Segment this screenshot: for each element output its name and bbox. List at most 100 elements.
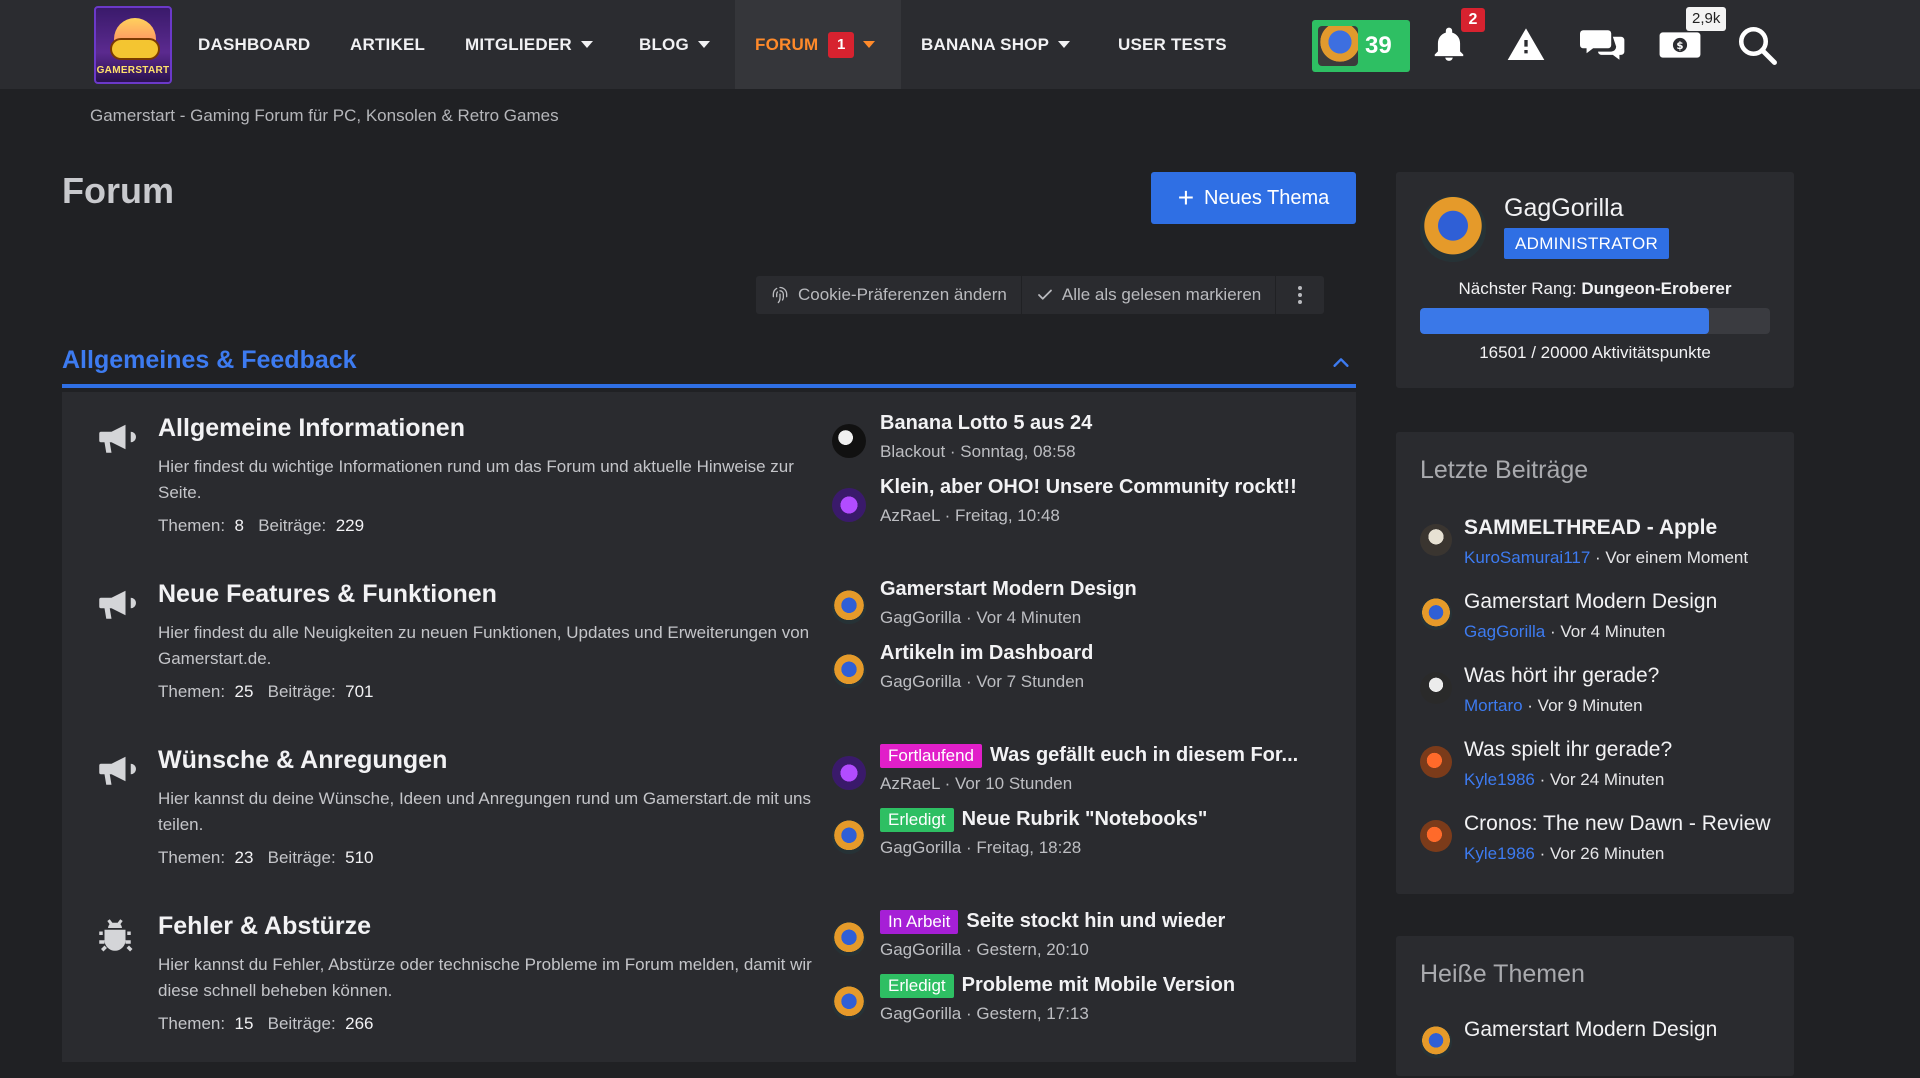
nav-forum[interactable]: FORUM 1 [735, 0, 902, 89]
nav-user-tests[interactable]: USER TESTS [1118, 0, 1227, 89]
breadcrumb[interactable]: Gamerstart - Gaming Forum für PC, Konsol… [90, 106, 559, 126]
forum-list: Allgemeine Informationen Hier findest du … [62, 392, 1356, 1062]
forum-title[interactable]: Neue Features & Funktionen [158, 580, 497, 609]
avatar[interactable] [832, 986, 866, 1020]
avatar[interactable] [832, 654, 866, 688]
user-avatar-count[interactable]: 39 [1312, 20, 1410, 72]
forum-stats: Themen: 25 Beiträge: 701 [158, 682, 374, 702]
latest-thread-title[interactable]: Was gefällt euch in diesem For... [990, 744, 1298, 766]
forum-description: Hier findest du wichtige Informationen r… [158, 457, 794, 502]
latest-thread-meta: GagGorilla · Vor 7 Stunden [880, 672, 1085, 691]
latest-thread-meta: AzRaeL · Vor 10 Stunden [880, 774, 1073, 793]
avatar[interactable] [832, 756, 866, 790]
nav-label: FORUM [755, 34, 819, 54]
nav-artikel[interactable]: ARTIKEL [350, 0, 425, 89]
nav-label: BLOG [639, 34, 689, 54]
post-title[interactable]: SAMMELTHREAD - Apple [1464, 516, 1717, 540]
post-meta: Kyle1986 · Vor 24 Minuten [1464, 770, 1664, 790]
posts-count: 510 [345, 848, 374, 867]
post-user-link[interactable]: Kyle1986 [1464, 770, 1535, 789]
post-title[interactable]: Was hört ihr gerade? [1464, 664, 1659, 688]
chat-icon[interactable] [1580, 22, 1626, 68]
post-title[interactable]: Gamerstart Modern Design [1464, 590, 1717, 614]
avatar[interactable] [832, 424, 866, 458]
latest-posts-widget: Letzte Beiträge SAMMELTHREAD - Apple Kur… [1396, 432, 1794, 894]
category-header: Allgemeines & Feedback [62, 342, 1356, 388]
forum-title[interactable]: Allgemeine Informationen [158, 414, 465, 443]
latest-thread-title[interactable]: Neue Rubrik "Notebooks" [962, 808, 1208, 830]
nav-mitglieder[interactable]: MITGLIEDER [465, 0, 593, 89]
new-topic-label: Neues Thema [1204, 186, 1330, 209]
widget-title: Heiße Themen [1420, 960, 1585, 988]
avatar[interactable] [832, 820, 866, 854]
profile-widget: GagGorilla ADMINISTRATOR Nächster Rang: … [1396, 172, 1794, 388]
post-user-link[interactable]: KuroSamurai117 [1464, 548, 1590, 567]
thread-prefix-badge[interactable]: Fortlaufend [880, 744, 982, 768]
latest-thread: Gamerstart Modern Design GagGorilla · Vo… [832, 578, 1352, 634]
latest-thread-title[interactable]: Banana Lotto 5 aus 24 [880, 412, 1092, 434]
post-user-link[interactable]: Mortaro [1464, 696, 1523, 715]
latest-thread-title[interactable]: Artikeln im Dashboard [880, 642, 1093, 664]
latest-thread-title-line: Fortlaufend Was gefällt euch in diesem Fo… [880, 744, 1298, 768]
topics-count: 8 [234, 516, 245, 535]
avatar[interactable] [1420, 196, 1486, 262]
latest-thread-title-line: Banana Lotto 5 aus 24 [880, 412, 1092, 435]
mark-all-read-button[interactable]: Alle als gelesen markieren [1022, 276, 1275, 314]
avatar[interactable] [1420, 1026, 1452, 1058]
search-icon[interactable] [1734, 22, 1780, 68]
latest-thread-title[interactable]: Klein, aber OHO! Unsere Community rockt!… [880, 476, 1297, 498]
user-count: 39 [1365, 32, 1392, 59]
bug-icon [94, 914, 136, 956]
check-icon [1037, 289, 1052, 300]
notification-badge: 2 [1461, 8, 1485, 32]
svg-text:$: $ [1676, 41, 1683, 52]
more-options-button[interactable] [1276, 276, 1324, 314]
forum-title[interactable]: Wünsche & Anregungen [158, 746, 447, 775]
latest-thread: Fortlaufend Was gefällt euch in diesem Fo… [832, 744, 1352, 800]
mark-read-label: Alle als gelesen markieren [1061, 285, 1262, 304]
avatar[interactable] [832, 488, 866, 522]
latest-thread-title[interactable]: Probleme mit Mobile Version [962, 974, 1235, 996]
nav-label: ARTIKEL [350, 34, 426, 54]
post-title[interactable]: Was spielt ihr gerade? [1464, 738, 1672, 762]
avatar[interactable] [1420, 524, 1452, 556]
forum-row: Fehler & Abstürze Hier kannst du Fehler, … [62, 890, 1356, 1056]
nav-blog[interactable]: BLOG [639, 0, 710, 89]
latest-thread-meta: GagGorilla · Freitag, 18:28 [880, 838, 1082, 857]
forum-row: Wünsche & Anregungen Hier kannst du deine… [62, 724, 1356, 890]
hot-topic-title[interactable]: Gamerstart Modern Design [1464, 1018, 1717, 1042]
latest-post-item: Gamerstart Modern Design GagGorilla · Vo… [1420, 590, 1780, 650]
category-title[interactable]: Allgemeines & Feedback [62, 346, 357, 375]
chevron-up-icon[interactable] [1330, 352, 1352, 374]
role-badge: ADMINISTRATOR [1504, 228, 1670, 259]
plus-icon: + [1177, 182, 1195, 213]
post-user-link[interactable]: Kyle1986 [1464, 844, 1535, 863]
avatar[interactable] [1420, 672, 1452, 704]
thread-prefix-badge[interactable]: In Arbeit [880, 910, 959, 934]
latest-thread-title[interactable]: Seite stockt hin und wieder [966, 910, 1225, 932]
cookie-preferences-button[interactable]: Cookie-Präferenzen ändern [756, 276, 1021, 314]
avatar[interactable] [1420, 746, 1452, 778]
forum-title[interactable]: Fehler & Abstürze [158, 912, 371, 941]
nav-banana-shop[interactable]: BANANA SHOP [921, 0, 1071, 89]
topics-label: Themen: [158, 516, 226, 535]
new-topic-button[interactable]: + Neues Thema [1151, 172, 1356, 224]
latest-post-item: Was spielt ihr gerade? Kyle1986 · Vor 24… [1420, 738, 1780, 798]
post-user-link[interactable]: GagGorilla [1464, 622, 1545, 641]
nav-dashboard[interactable]: DASHBOARD [198, 0, 310, 89]
profile-name[interactable]: GagGorilla [1504, 194, 1624, 223]
logo-text: GAMERSTART [96, 65, 170, 76]
avatar[interactable] [1420, 598, 1452, 630]
post-title[interactable]: Cronos: The new Dawn - Review [1464, 812, 1771, 836]
latest-thread-title[interactable]: Gamerstart Modern Design [880, 578, 1137, 600]
alert-icon[interactable] [1503, 22, 1549, 68]
latest-thread-meta: GagGorilla · Gestern, 20:10 [880, 940, 1089, 959]
thread-prefix-badge[interactable]: Erledigt [880, 974, 954, 998]
forum-row: Allgemeine Informationen Hier findest du … [62, 392, 1356, 558]
avatar[interactable] [832, 590, 866, 624]
avatar[interactable] [832, 922, 866, 956]
site-logo[interactable]: GAMERSTART [94, 6, 172, 84]
latest-thread: Banana Lotto 5 aus 24 Blackout · Sonntag… [832, 412, 1352, 468]
thread-prefix-badge[interactable]: Erledigt [880, 808, 954, 832]
avatar[interactable] [1420, 820, 1452, 852]
